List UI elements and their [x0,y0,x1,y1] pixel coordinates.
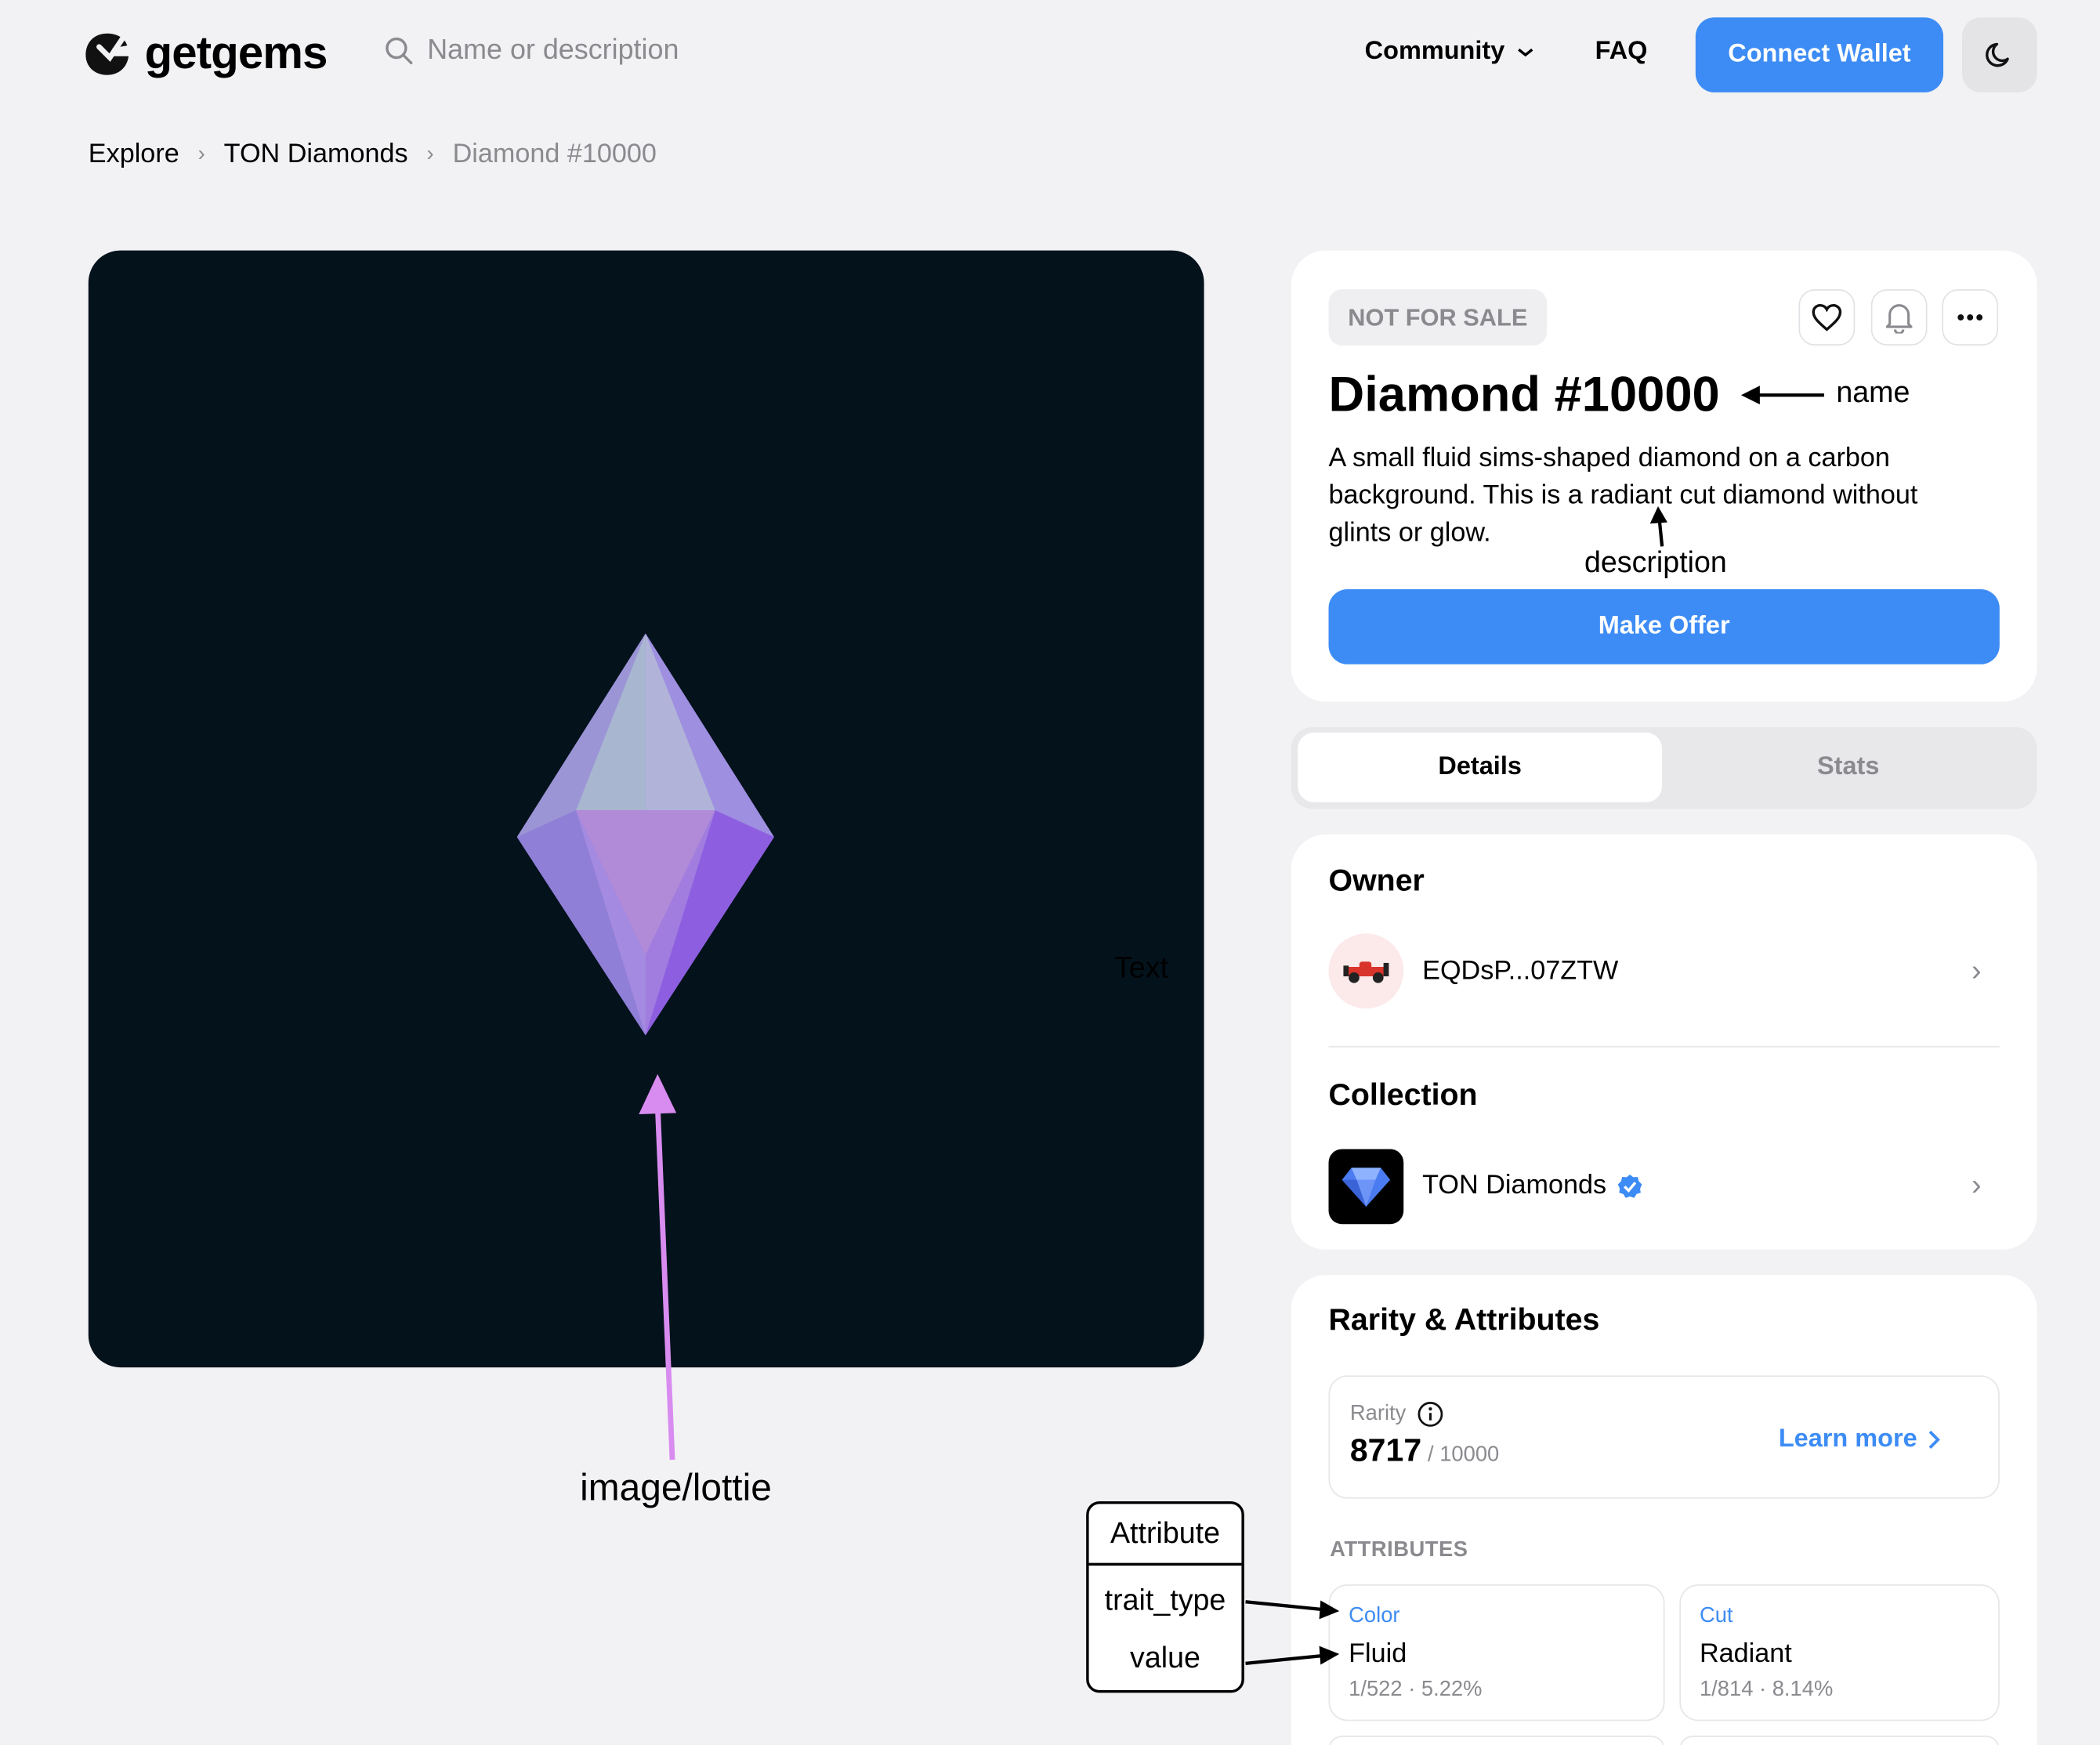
theme-toggle-button[interactable] [1961,17,2037,92]
connect-wallet-button[interactable]: Connect Wallet [1695,17,1944,92]
attribute-value: Radiant [1699,1639,1792,1669]
tab-bar: Details Stats [1291,727,2037,809]
annotation-box-title: Attribute [1088,1504,1242,1566]
annotation-arrow-image [639,1073,677,1461]
collection-title: Collection [1328,1077,1478,1112]
logo[interactable]: getgems [83,30,328,78]
nft-name: Diamond #10000 [1328,367,1720,422]
status-badge: NOT FOR SALE [1328,289,1548,346]
gem-icon [1341,1168,1391,1207]
annotation-arrow-description [1649,506,1667,547]
race-car-icon [1343,961,1389,983]
owner-chevron-right-icon[interactable]: › [1971,954,1982,988]
attribute-annotation-box: Attribute trait_type value [1086,1501,1244,1693]
breadcrumb: Explore › TON Diamonds › Diamond #10000 [89,139,657,170]
attribute-stat: 1/814 · 8.14% [1699,1678,1834,1701]
annotation-arrow-name [1740,386,1824,405]
verified-badge-icon [1618,1174,1643,1197]
attribute-trait-type: Color [1349,1604,1400,1627]
nav-community-label: Community [1364,37,1505,66]
logo-text: getgems [144,27,328,79]
heart-icon [1812,303,1842,331]
collection-chevron-right-icon[interactable]: › [1971,1168,1982,1202]
attribute-value: Fluid [1349,1639,1407,1669]
more-options-button[interactable] [1942,289,1999,346]
learn-more-label: Learn more [1778,1425,1917,1454]
divider [1328,1045,2000,1048]
breadcrumb-chevron-icon: › [197,143,205,166]
attributes-heading: ATTRIBUTES [1330,1538,1468,1562]
attribute-trait-type: Cut [1699,1604,1733,1627]
moon-icon [1986,42,2009,67]
rarity-total: / 10000 [1428,1443,1500,1467]
attribute-card[interactable]: Cut Radiant 1/814 · 8.14% [1679,1584,2000,1721]
name-annotation: name [1836,375,1910,409]
notify-button[interactable] [1870,289,1928,346]
owner-avatar[interactable] [1328,933,1404,1009]
breadcrumb-explore[interactable]: Explore [89,139,179,170]
nav-faq[interactable]: FAQ [1595,38,1648,67]
annotation-box-trait: trait_type [1104,1583,1226,1617]
breadcrumb-current: Diamond #10000 [452,139,657,169]
favorite-button[interactable] [1798,289,1856,346]
nav-community[interactable]: Community [1365,38,1534,67]
collection-avatar[interactable] [1328,1149,1404,1225]
collection-name: TON Diamonds [1422,1170,1607,1200]
search-input[interactable]: Name or description [385,34,679,67]
breadcrumb-chevron-icon: › [426,143,434,166]
attribute-card[interactable] [1328,1736,1665,1745]
tab-details[interactable]: Details [1298,732,1663,802]
make-offer-button[interactable]: Make Offer [1328,589,2000,664]
tab-stats[interactable]: Stats [1666,733,2030,802]
annotation-arrows-attribute [1245,1600,1340,1665]
breadcrumb-collection[interactable]: TON Diamonds [224,139,408,170]
owner-title: Owner [1328,862,1425,898]
bell-icon [1885,304,1913,334]
search-icon [386,37,413,65]
more-dots-icon [1957,314,1983,321]
info-icon[interactable] [1417,1401,1443,1428]
getgems-logo-icon [85,33,129,75]
attribute-card[interactable] [1679,1736,2000,1745]
collection-link[interactable]: TON Diamonds [1422,1171,1644,1201]
media-overlay-text: Text [1114,950,1169,985]
description-annotation: description [1584,545,1727,579]
learn-more-link[interactable]: Learn more [1779,1425,1942,1455]
rarity-value: 8717 [1349,1432,1422,1469]
chevron-down-icon [1517,48,1533,57]
rarity-label-row: Rarity [1350,1401,1443,1428]
chevron-right-icon [1929,1430,1941,1449]
diamond-image [516,633,774,1036]
attribute-card[interactable]: Color Fluid 1/522 · 5.22% [1328,1584,1665,1721]
owner-address[interactable]: EQDsP...07ZTW [1422,956,1618,987]
image-annotation-label: image/lottie [580,1466,772,1508]
search-placeholder: Name or description [427,34,679,66]
attribute-stat: 1/522 · 5.22% [1349,1678,1483,1701]
annotation-box-value: value [1130,1640,1200,1674]
rarity-title: Rarity & Attributes [1328,1302,1600,1337]
rarity-label: Rarity [1349,1402,1407,1425]
